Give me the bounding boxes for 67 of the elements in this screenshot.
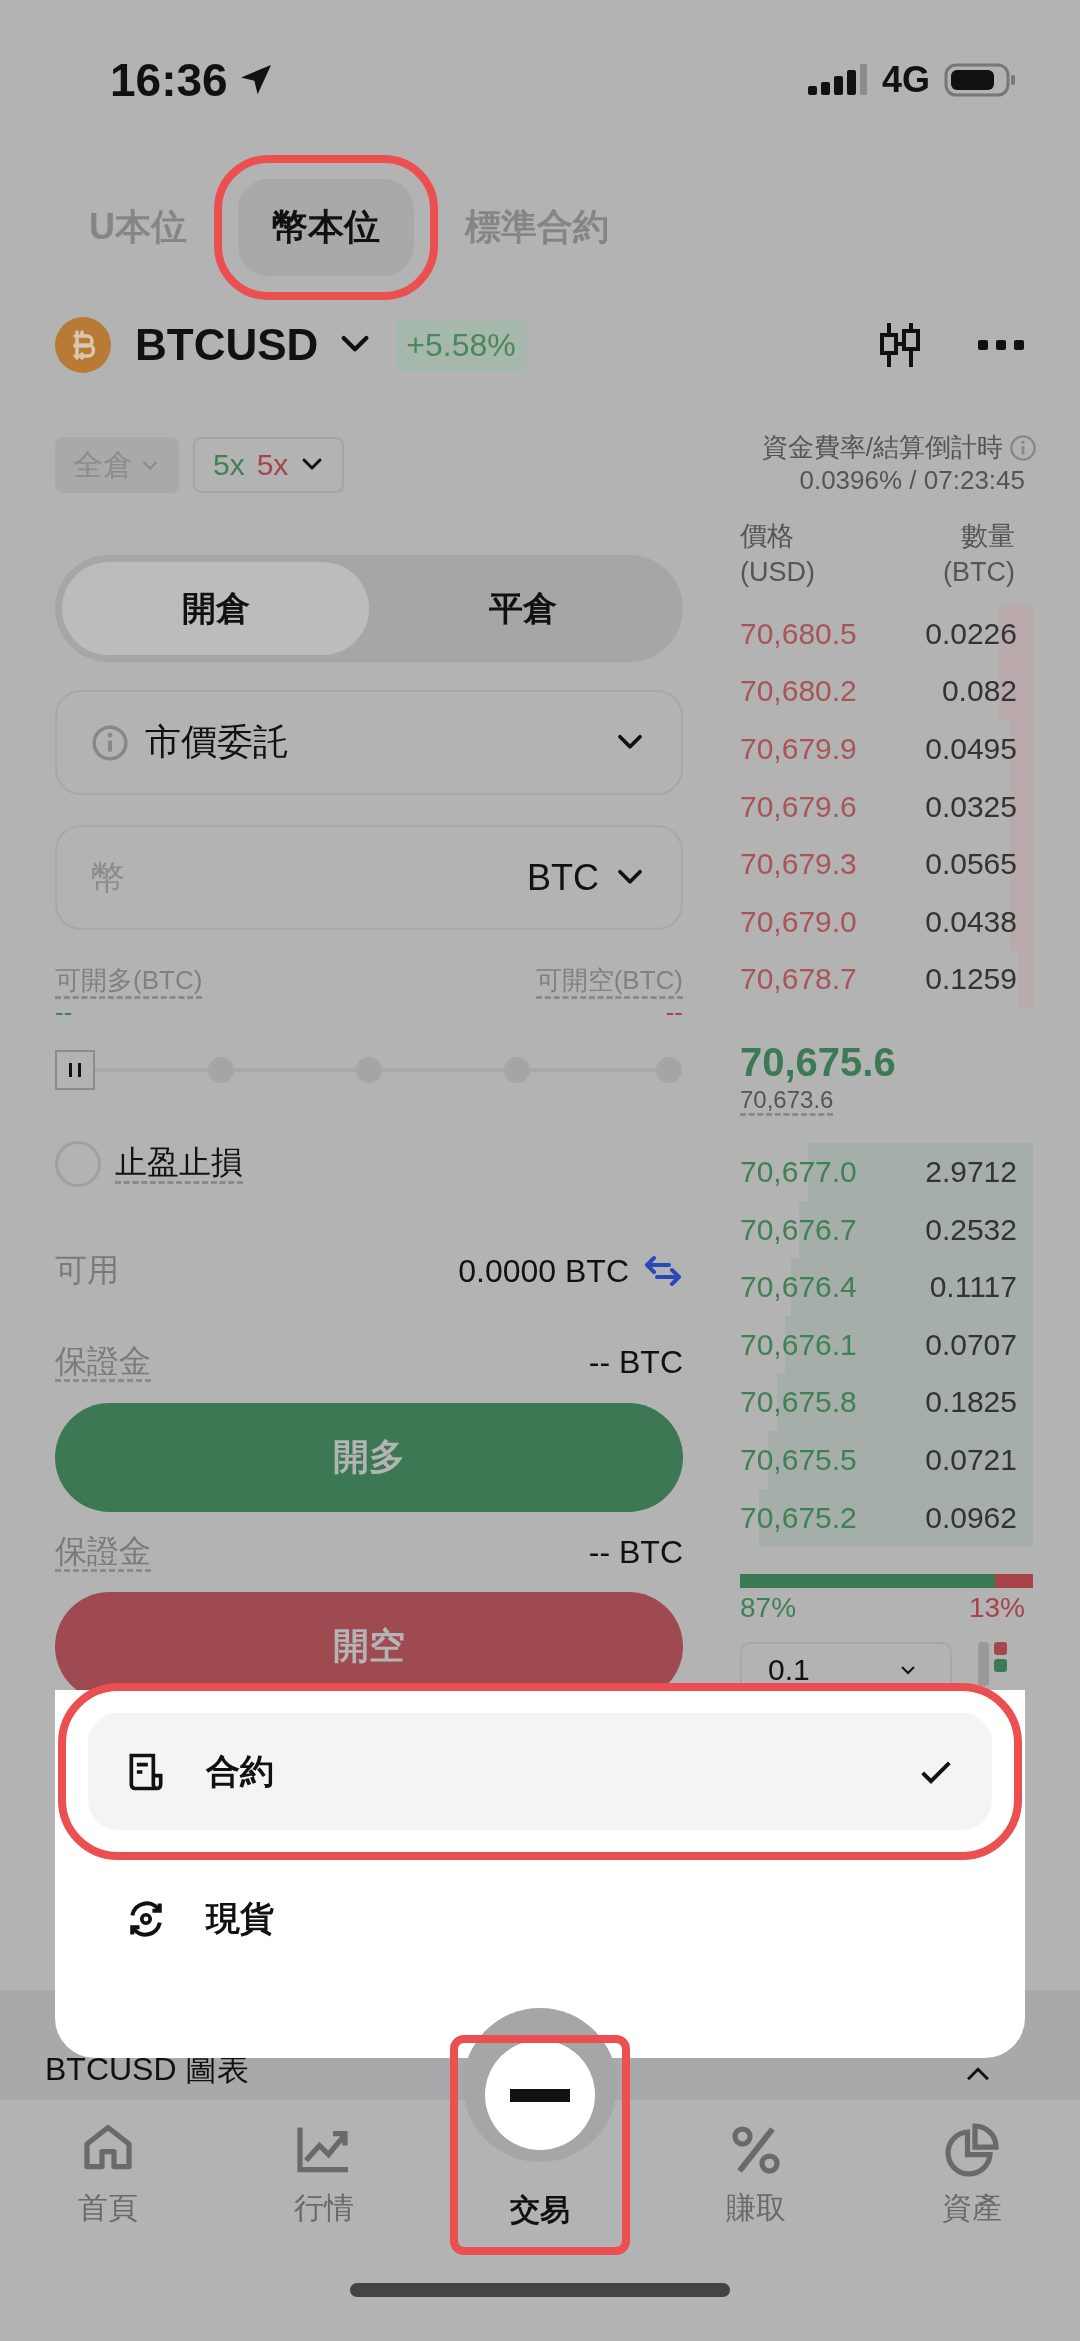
price-cell: 70,679.3 <box>740 847 857 882</box>
quantity-cell: 0.1117 <box>929 1270 1017 1305</box>
quantity-cell: 0.0721 <box>925 1442 1017 1477</box>
quantity-cell: 0.0565 <box>925 847 1017 882</box>
coin-icon <box>55 317 111 373</box>
info-icon <box>91 723 129 762</box>
quantity-cell: 0.0962 <box>925 1500 1017 1535</box>
quantity-cell: 2.9712 <box>925 1154 1017 1189</box>
price-cell: 70,675.5 <box>740 1442 857 1477</box>
pie-chart-icon <box>942 2120 1002 2180</box>
margin-label: 保證金 <box>55 1342 151 1383</box>
price-cell: 70,680.2 <box>740 674 857 709</box>
price-cell: 70,675.8 <box>740 1385 857 1420</box>
column-header: 數量 <box>961 520 1015 553</box>
price-cell: 70,676.4 <box>740 1270 857 1305</box>
mark-price: 70,673.6 <box>740 1086 834 1117</box>
sell-percentage: 13% <box>968 1592 1025 1625</box>
quantity-cell: 0.0226 <box>925 616 1017 651</box>
price-cell: 70,677.0 <box>740 1154 857 1189</box>
menu-item[interactable]: 現貨 <box>88 1860 992 1977</box>
column-unit: (BTC) <box>943 556 1015 589</box>
buy-percentage: 87% <box>740 1592 797 1625</box>
max-long-value: -- <box>55 1000 73 1025</box>
quantity-cell: 0.1259 <box>925 962 1017 997</box>
price-cell: 70,676.1 <box>740 1327 857 1362</box>
quantity-cell: 0.0325 <box>925 789 1017 824</box>
tp-sl-label: 止盈止損 <box>115 1144 243 1184</box>
price-cell: 70,680.5 <box>740 616 857 651</box>
more-icon[interactable] <box>978 338 1024 352</box>
margin-label: 保證金 <box>55 1532 151 1573</box>
signal-icon <box>807 62 868 98</box>
nav-tab[interactable]: 交易 <box>450 2035 630 2255</box>
margin-value: -- BTC <box>588 1534 683 1571</box>
order-book-layout-icon[interactable] <box>978 1642 1008 1687</box>
price-cell: 70,676.7 <box>740 1212 857 1247</box>
menu-item[interactable]: 合約 <box>88 1713 992 1830</box>
position-tab[interactable]: 平倉 <box>369 562 676 655</box>
swap-arrows-icon[interactable] <box>643 1255 683 1287</box>
funding-rate-label: 資金費率/結算倒計時 <box>761 431 1003 464</box>
price-change-badge: +5.58% <box>396 318 526 372</box>
candlestick-icon[interactable] <box>878 321 922 369</box>
column-unit: (USD) <box>740 556 815 589</box>
available-balance: 0.0000 BTC <box>458 1252 629 1290</box>
unit-selector[interactable]: BTC <box>527 856 599 899</box>
last-price: 70,675.6 <box>740 1039 897 1087</box>
available-label: 可用 <box>55 1251 119 1290</box>
price-cell: 70,678.7 <box>740 962 857 997</box>
quantity-cell: 0.1825 <box>925 1385 1017 1420</box>
quantity-cell: 0.082 <box>941 674 1017 709</box>
price-cell: 70,679.0 <box>740 904 857 939</box>
price-cell: 70,679.6 <box>740 789 857 824</box>
quantity-cell: 0.0438 <box>925 904 1017 939</box>
column-header: 價格 <box>740 520 795 553</box>
max-short-value: -- <box>665 1000 683 1025</box>
funding-rate-value: 0.0396% / 07:23:45 <box>798 465 1025 497</box>
price-cell: 70,675.2 <box>740 1500 857 1535</box>
quantity-cell: 0.0707 <box>925 1327 1017 1362</box>
quantity-cell: 0.2532 <box>925 1212 1017 1247</box>
quantity-cell: 0.0495 <box>925 732 1017 766</box>
battery-icon <box>944 62 1018 98</box>
clock-time: 16:36 <box>110 53 228 107</box>
position-tab[interactable]: 開倉 <box>62 562 369 655</box>
order-type-dropdown[interactable]: 市價委託 <box>55 690 683 795</box>
price-cell: 70,679.9 <box>740 732 857 766</box>
network-label: 4G <box>881 59 930 101</box>
margin-value: -- BTC <box>588 1344 683 1381</box>
symbol-name[interactable]: BTCUSD <box>135 320 319 370</box>
